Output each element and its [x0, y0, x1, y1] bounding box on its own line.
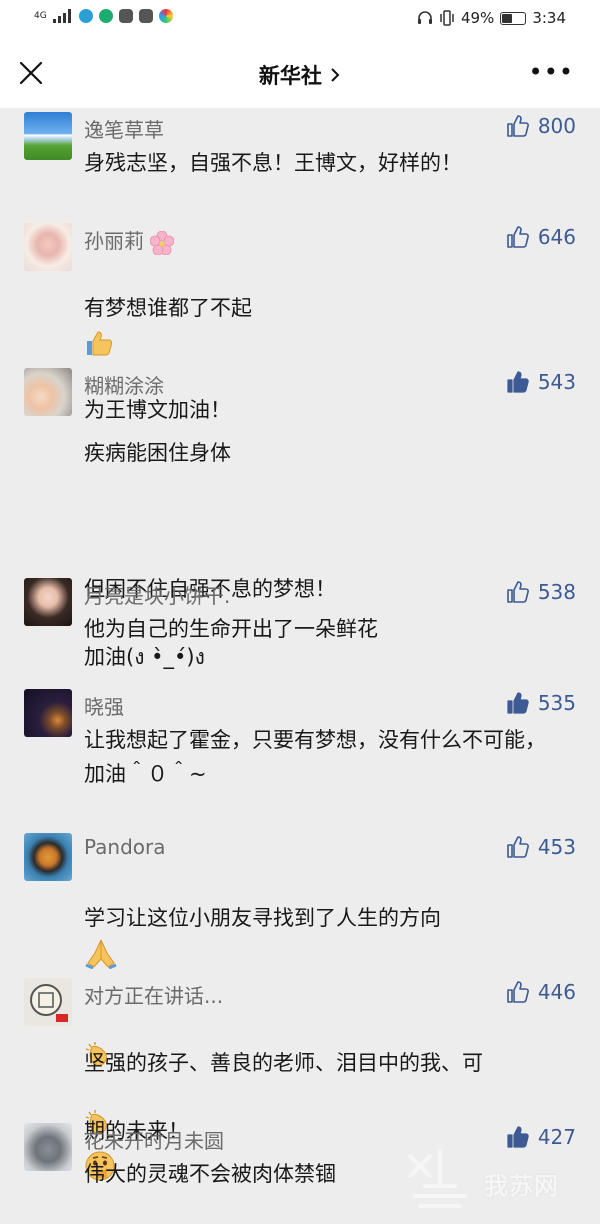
comment-line: 坚强的孩子、善良的老师、泪目中的我、可: [84, 1051, 483, 1075]
comment-line: 有梦想谁都了不起: [84, 291, 564, 359]
like-button[interactable]: 446: [506, 980, 576, 1004]
app-notification-icon: [78, 9, 93, 23]
like-count: 535: [537, 691, 576, 715]
page-title[interactable]: 新华社: [0, 60, 600, 90]
like-button[interactable]: 646: [506, 225, 576, 249]
status-bar: 4G 49% 3:34: [0, 0, 600, 38]
nav-bar: 新华社 •••: [0, 38, 600, 108]
page-title-text: 新华社: [258, 64, 322, 88]
commenter-name[interactable]: 对方正在讲话...: [84, 980, 223, 1009]
like-count: 453: [537, 835, 576, 859]
commenter-name-text: 孙丽莉: [84, 229, 144, 253]
commenter-name[interactable]: 糊糊涂涂: [84, 370, 164, 399]
battery-icon: [500, 11, 527, 25]
chevron-right-icon: [331, 68, 340, 82]
thumbs-up-filled-icon: [507, 692, 529, 714]
comment-line: 学习让这位小朋友寻找到了人生的方向: [84, 901, 564, 969]
commenter-name[interactable]: 晓强: [84, 691, 124, 720]
like-button[interactable]: 453: [506, 835, 576, 859]
commenter-name[interactable]: 月亮是块小饼干.: [84, 580, 230, 609]
signal-icon: [52, 9, 71, 23]
thumbs-up-icon: [507, 836, 529, 858]
comment-line-text: 学习让这位小朋友寻找到了人生的方向: [84, 906, 441, 930]
watermark: 我苏网: [400, 1146, 580, 1216]
commenter-name[interactable]: 孙丽莉: [84, 225, 175, 255]
vibrate-icon: [440, 10, 454, 26]
clock: 3:34: [532, 9, 566, 27]
comment-text: 疾病能困住身体 但困不住自强不息的梦想！ 加油(ง •̀_•́)ง: [84, 402, 564, 708]
cherry-blossom-icon: [150, 230, 175, 255]
comment-text: 身残志坚，自强不息！王博文，好样的！: [84, 151, 462, 175]
thumbs-up-icon: [507, 115, 529, 137]
comment-line: [84, 504, 564, 538]
commenter-name[interactable]: 花未开时月未圆: [84, 1125, 224, 1154]
cloud-app-icon: [118, 9, 133, 23]
comment-text: 他为自己的生命开出了一朵鲜花: [84, 617, 378, 641]
like-button[interactable]: 543: [506, 370, 576, 394]
avatar[interactable]: [24, 689, 72, 737]
comment-text: 让我想起了霍金，只要有梦想，没有什么不可能，加油＾０＾~: [84, 728, 546, 786]
app-notification-icon: [98, 9, 113, 23]
avatar[interactable]: [24, 112, 72, 160]
watermark-text: 我苏网: [484, 1172, 559, 1200]
status-left: 4G: [34, 9, 173, 23]
network-indicator: 4G: [34, 10, 47, 21]
like-count: 800: [537, 114, 576, 138]
avatar[interactable]: [24, 1123, 72, 1171]
more-menu-button[interactable]: •••: [529, 60, 574, 84]
coin-seal-icon: [30, 984, 68, 1022]
browser-app-icon: [158, 9, 173, 23]
thumbs-up-emoji-icon: [87, 331, 113, 356]
battery-percent: 49%: [460, 9, 495, 27]
comment-line-text: 有梦想谁都了不起: [84, 296, 252, 320]
like-button[interactable]: 800: [506, 114, 576, 138]
thumbs-up-filled-icon: [507, 371, 529, 393]
status-right: 49% 3:34: [417, 9, 566, 27]
like-button[interactable]: 535: [506, 691, 576, 715]
like-count: 543: [537, 370, 576, 394]
avatar[interactable]: [24, 578, 72, 626]
image-app-icon: [138, 9, 153, 23]
avatar[interactable]: [24, 223, 72, 271]
avatar[interactable]: [24, 368, 72, 416]
avatar[interactable]: [24, 978, 72, 1026]
comment-line: 疾病能困住身体: [84, 441, 231, 465]
thumbs-up-icon: [507, 981, 529, 1003]
commenter-name[interactable]: Pandora: [84, 835, 166, 859]
commenter-name[interactable]: 逸笔草草: [84, 114, 164, 143]
watermark-logo-icon: [408, 1149, 467, 1208]
folded-hands-icon: [85, 939, 117, 969]
battery-level: [502, 13, 513, 23]
avatar[interactable]: [24, 833, 72, 881]
thumbs-up-icon: [507, 226, 529, 248]
like-count: 538: [537, 580, 576, 604]
like-count: 446: [537, 980, 576, 1004]
thumbs-up-icon: [507, 581, 529, 603]
headphones-icon: [417, 11, 432, 24]
like-count: 646: [537, 225, 576, 249]
like-button[interactable]: 538: [506, 580, 576, 604]
